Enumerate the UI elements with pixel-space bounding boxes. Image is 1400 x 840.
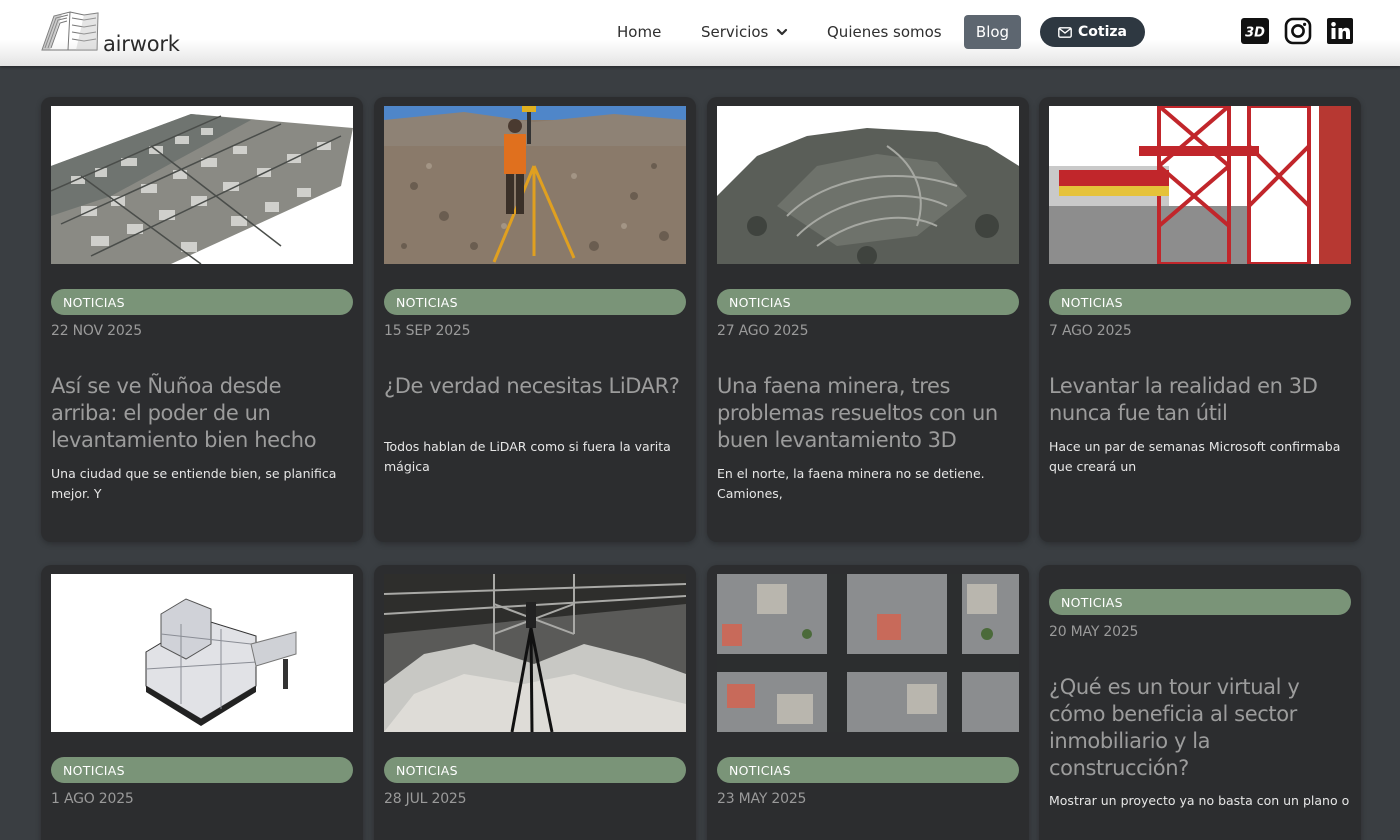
post-image[interactable]	[384, 574, 686, 732]
post-title[interactable]: Una faena minera, tres problemas resuelt…	[717, 373, 1019, 454]
post-image[interactable]	[717, 106, 1019, 264]
category-tag[interactable]: NOTICIAS	[717, 757, 1019, 783]
cotiza-button[interactable]: Cotiza	[1040, 17, 1145, 47]
post-image[interactable]	[717, 574, 1019, 732]
post-image[interactable]	[51, 574, 353, 732]
post-card[interactable]: NOTICIAS 23 MAY 2025	[707, 565, 1029, 840]
post-image[interactable]	[1049, 106, 1351, 264]
industrial-structure-image	[1049, 106, 1351, 264]
post-excerpt: Hace un par de semanas Microsoft confirm…	[1049, 439, 1341, 474]
post-image[interactable]	[384, 106, 686, 264]
post-date: 1 AGO 2025	[51, 791, 134, 807]
post-card[interactable]: NOTICIAS 20 MAY 2025 ¿Qué es un tour vir…	[1039, 565, 1361, 840]
post-card[interactable]: NOTICIAS 15 SEP 2025 ¿De verdad necesita…	[374, 97, 696, 542]
post-excerpt: Todos hablan de LiDAR como si fuera la v…	[384, 439, 671, 474]
nav-servicios[interactable]: Servicios	[689, 15, 800, 49]
post-title[interactable]: ¿De verdad necesitas LiDAR?	[384, 373, 686, 400]
linkedin-icon[interactable]	[1325, 16, 1355, 46]
post-excerpt: En el norte, la faena minera no se detie…	[717, 466, 985, 501]
mail-icon	[1058, 26, 1072, 38]
category-tag[interactable]: NOTICIAS	[1049, 289, 1351, 315]
category-tag[interactable]: NOTICIAS	[51, 757, 353, 783]
post-card[interactable]: NOTICIAS 28 JUL 2025	[374, 565, 696, 840]
category-tag[interactable]: NOTICIAS	[51, 289, 353, 315]
category-tag[interactable]: NOTICIAS	[384, 289, 686, 315]
3d-viewer-icon[interactable]: 3D	[1240, 16, 1270, 46]
nav-home[interactable]: Home	[605, 15, 673, 49]
post-title[interactable]: Así se ve Ñuñoa desde arriba: el poder d…	[51, 373, 353, 454]
logo-mark-icon	[41, 11, 99, 51]
post-title[interactable]: ¿Qué es un tour virtual y cómo beneficia…	[1049, 674, 1351, 782]
chevron-down-icon	[777, 28, 788, 36]
post-card[interactable]: NOTICIAS 27 AGO 2025 Una faena minera, t…	[707, 97, 1029, 542]
building-bim-model-image	[51, 574, 353, 732]
post-card[interactable]: NOTICIAS 1 AGO 2025	[41, 565, 363, 840]
brand-name: airwork	[103, 32, 180, 56]
post-image[interactable]	[51, 106, 353, 264]
post-excerpt: Mostrar un proyecto ya no basta con un p…	[1049, 793, 1350, 808]
mine-3d-model-image	[717, 106, 1019, 264]
post-title[interactable]: Levantar la realidad en 3D nunca fue tan…	[1049, 373, 1351, 427]
site-header: airwork Home Servicios Quienes somos Blo…	[0, 0, 1400, 66]
post-date: 27 AGO 2025	[717, 323, 809, 339]
airwork-logo[interactable]: airwork	[40, 10, 190, 56]
category-tag[interactable]: NOTICIAS	[384, 757, 686, 783]
city-aerial-image	[51, 106, 353, 264]
post-date: 20 MAY 2025	[1049, 624, 1139, 640]
post-date: 15 SEP 2025	[384, 323, 471, 339]
post-card[interactable]: NOTICIAS 7 AGO 2025 Levantar la realidad…	[1039, 97, 1361, 542]
post-date: 22 NOV 2025	[51, 323, 142, 339]
lidar-scanner-warehouse-image	[384, 574, 686, 732]
svg-text:3D: 3D	[1245, 26, 1265, 41]
post-date: 28 JUL 2025	[384, 791, 467, 807]
post-excerpt: Una ciudad que se entiende bien, se plan…	[51, 466, 337, 501]
nav-servicios-label: Servicios	[701, 23, 769, 41]
instagram-icon[interactable]	[1283, 16, 1313, 46]
category-tag[interactable]: NOTICIAS	[717, 289, 1019, 315]
surveyor-desert-image	[384, 106, 686, 264]
post-card[interactable]: NOTICIAS 22 NOV 2025 Así se ve Ñuñoa des…	[41, 97, 363, 542]
post-date: 23 MAY 2025	[717, 791, 807, 807]
category-tag[interactable]: NOTICIAS	[1049, 589, 1351, 615]
post-date: 7 AGO 2025	[1049, 323, 1132, 339]
city-top-down-image	[717, 574, 1019, 732]
cotiza-label: Cotiza	[1078, 24, 1127, 40]
nav-blog[interactable]: Blog	[964, 15, 1021, 49]
nav-quienes-somos[interactable]: Quienes somos	[815, 15, 954, 49]
